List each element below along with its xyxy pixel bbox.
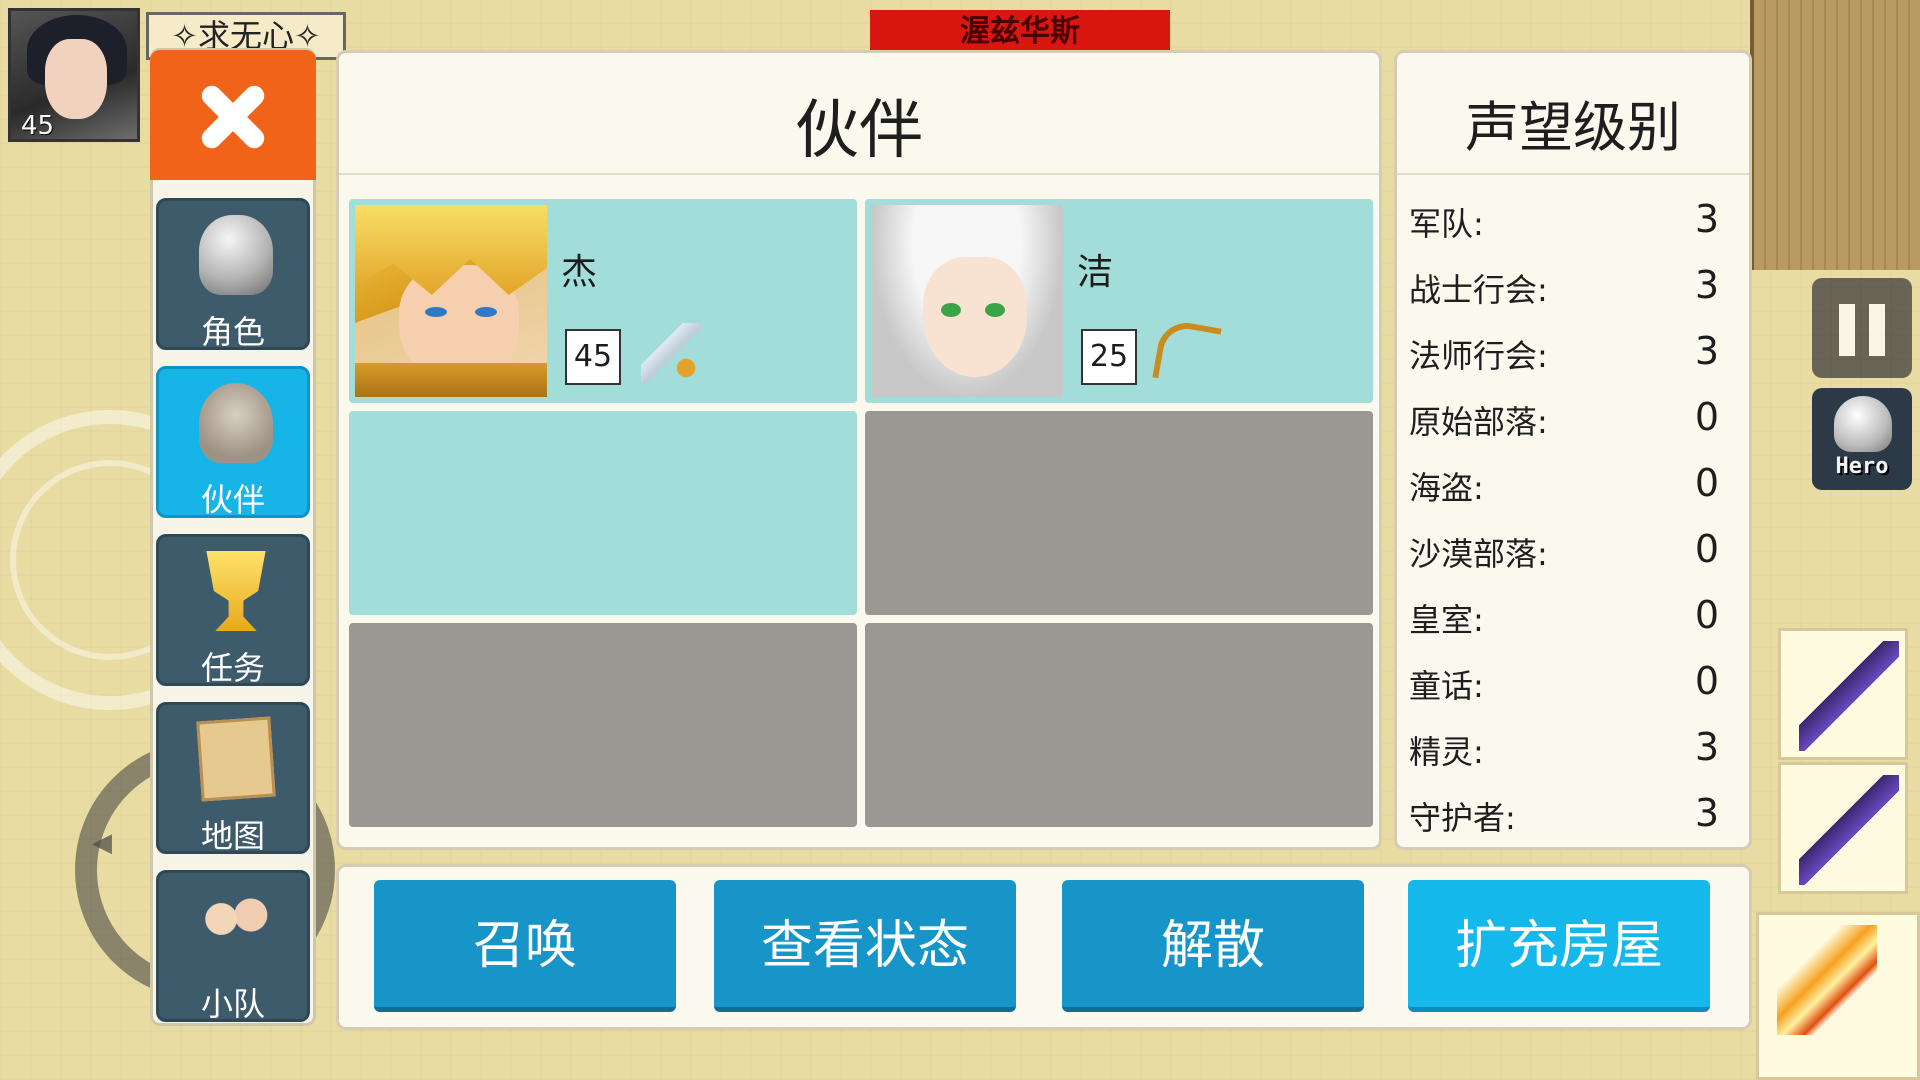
reputation-row: 皇室: 0 [1409, 589, 1719, 643]
companion-slot-empty[interactable] [349, 411, 857, 615]
reputation-label: 原始部落: [1409, 403, 1548, 441]
sidebar-item-map[interactable]: 地图 [156, 702, 310, 855]
reputation-label: 精灵: [1409, 733, 1484, 771]
companion-slot-locked [349, 623, 857, 827]
companion-level: 45 [565, 329, 621, 385]
companion-portrait [355, 205, 547, 397]
companion-name: 洁 [1077, 252, 1114, 293]
sidebar-item-label: 角色 [200, 313, 265, 351]
map-icon [196, 716, 276, 802]
reputation-label: 童话: [1409, 667, 1484, 705]
party-icon [199, 887, 273, 967]
horned-helmet-icon [199, 383, 273, 463]
reputation-row: 精灵: 3 [1409, 721, 1719, 775]
sword-icon [641, 323, 701, 383]
joystick-left-arrow-icon: ◀ [92, 828, 112, 858]
reputation-row: 原始部落: 0 [1409, 391, 1719, 445]
bow-icon [1152, 318, 1222, 388]
companions-panel: 伙伴 杰 45 洁 25 [336, 50, 1382, 850]
reputation-label: 沙漠部落: [1409, 535, 1548, 573]
reputation-row: 战士行会: 3 [1409, 259, 1719, 313]
pause-button[interactable] [1812, 278, 1912, 378]
reputation-value: 3 [1694, 197, 1719, 241]
boss-name-banner: 渥兹华斯 [870, 10, 1170, 54]
reputation-label: 战士行会: [1409, 271, 1548, 309]
portrait-eye [425, 307, 447, 317]
companion-slot-2[interactable]: 洁 25 [865, 199, 1373, 403]
skill-slot-fire[interactable] [1756, 912, 1920, 1080]
sidebar-item-character[interactable]: 角色 [156, 198, 310, 351]
axe-icon [1799, 775, 1899, 885]
title-divider [339, 173, 1379, 175]
reputation-label: 海盗: [1409, 469, 1484, 507]
sidebar-item-quests[interactable]: 任务 [156, 534, 310, 687]
sidebar-item-label: 任务 [200, 649, 265, 687]
companion-name: 杰 [561, 252, 598, 293]
dismiss-button[interactable]: 解散 [1062, 880, 1364, 1012]
reputation-value: 3 [1694, 329, 1719, 373]
reputation-value: 3 [1694, 263, 1719, 307]
companion-slot-1[interactable]: 杰 45 [349, 199, 857, 403]
reputation-row: 守护者: 3 [1409, 787, 1719, 841]
reputation-value: 0 [1694, 461, 1719, 505]
fire-skill-icon [1777, 925, 1877, 1035]
sidebar-item-label: 地图 [200, 817, 265, 855]
portrait-eye [941, 303, 961, 317]
portrait-face [923, 257, 1027, 377]
reputation-panel: 声望级别 军队: 3 战士行会: 3 法师行会: 3 原始部落: 0 海盗: 0… [1394, 50, 1752, 850]
portrait-eye [985, 303, 1005, 317]
portrait-eye [475, 307, 497, 317]
reputation-value: 0 [1694, 395, 1719, 439]
reputation-row: 军队: 3 [1409, 193, 1719, 247]
avatar-face [45, 39, 107, 119]
sidebar-item-party[interactable]: 小队 [156, 870, 310, 1023]
sidebar-item-label: 伙伴 [200, 481, 265, 519]
expand-house-button[interactable]: 扩充房屋 [1408, 880, 1710, 1012]
portrait-armor [355, 363, 547, 397]
reputation-title: 声望级别 [1465, 96, 1681, 159]
sidebar-item-companions[interactable]: 伙伴 [156, 366, 310, 519]
trophy-icon [206, 551, 266, 631]
reputation-value: 3 [1694, 791, 1719, 835]
reputation-label: 法师行会: [1409, 337, 1548, 375]
sidebar-item-label: 小队 [200, 985, 265, 1023]
reputation-value: 0 [1694, 659, 1719, 703]
page-title: 伙伴 [795, 94, 923, 168]
companion-portrait [871, 205, 1063, 397]
quick-slot-axe-1[interactable] [1778, 628, 1908, 760]
summon-button[interactable]: 召唤 [374, 880, 676, 1012]
view-status-button[interactable]: 查看状态 [714, 880, 1016, 1012]
reputation-row: 法师行会: 3 [1409, 325, 1719, 379]
reputation-value: 3 [1694, 725, 1719, 769]
player-level: 45 [21, 111, 55, 141]
companion-slot-locked [865, 411, 1373, 615]
hero-label: Hero [1835, 454, 1889, 479]
title-divider [1397, 173, 1749, 175]
companion-slot-locked [865, 623, 1373, 827]
knight-helmet-icon [199, 215, 273, 295]
reputation-label: 皇室: [1409, 601, 1484, 639]
quick-slot-axe-2[interactable] [1778, 762, 1908, 894]
hero-helmet-icon [1834, 396, 1892, 452]
axe-icon [1799, 641, 1899, 751]
reputation-value: 0 [1694, 527, 1719, 571]
reputation-row: 沙漠部落: 0 [1409, 523, 1719, 577]
player-avatar[interactable]: 45 [8, 8, 140, 142]
reputation-row: 海盗: 0 [1409, 457, 1719, 511]
reputation-label: 军队: [1409, 205, 1484, 243]
reputation-label: 守护者: [1409, 799, 1516, 837]
background-building [1750, 0, 1920, 270]
reputation-row: 童话: 0 [1409, 655, 1719, 709]
hero-button[interactable]: Hero [1812, 388, 1912, 490]
companion-level: 25 [1081, 329, 1137, 385]
close-button[interactable] [150, 50, 316, 180]
reputation-value: 0 [1694, 593, 1719, 637]
